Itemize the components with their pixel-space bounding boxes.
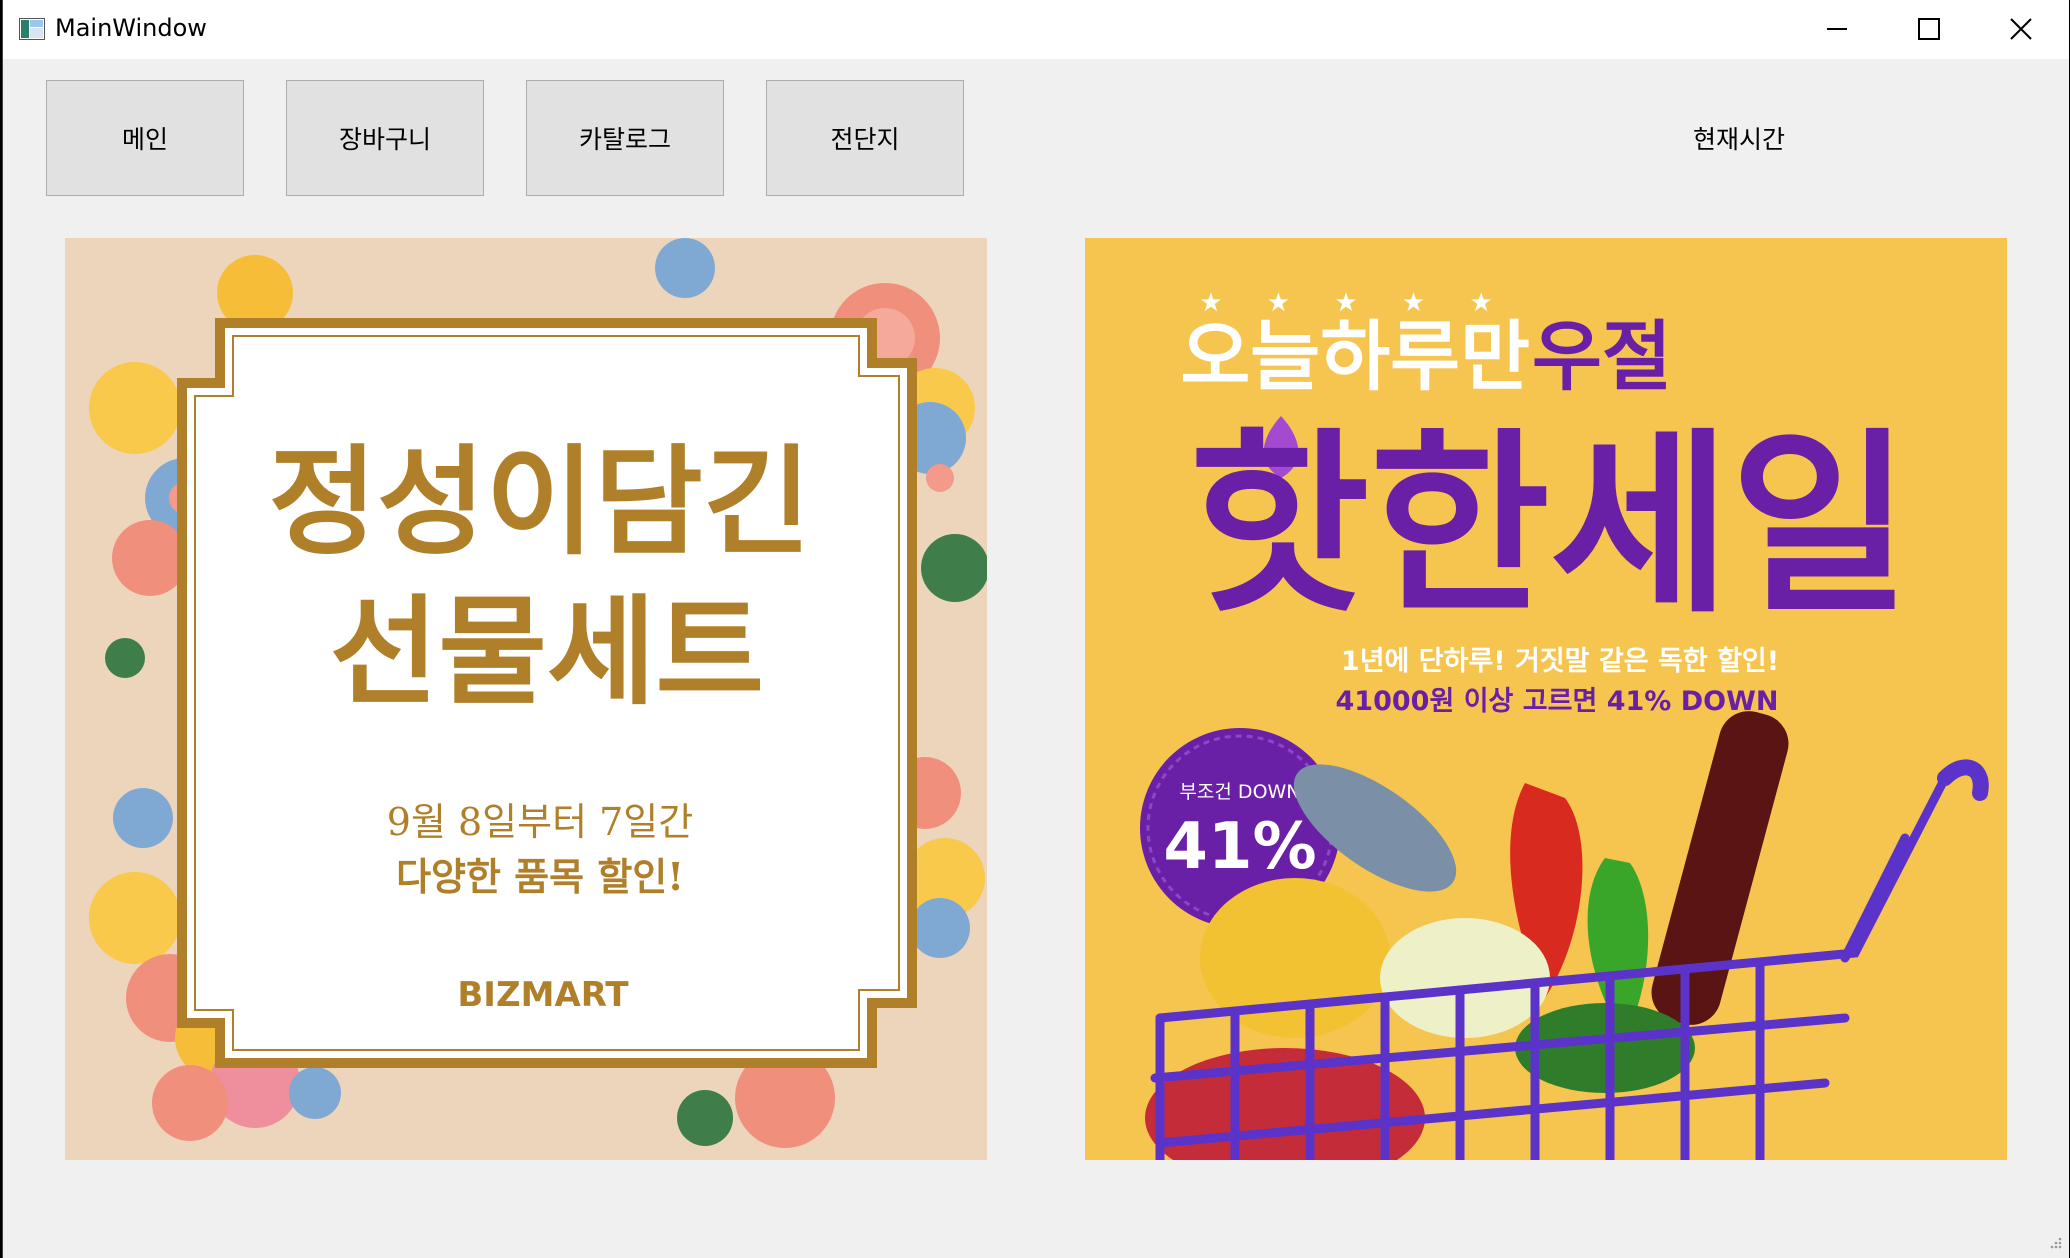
hot-sale-artwork: ★ ★ ★ ★ ★ 오늘하루만 우절 핫한세일 1년에 단하루! 거짓말 같은 … [1085, 238, 2007, 1160]
app-icon [19, 18, 45, 40]
sale-subtitle-white: 오늘하루만 [1180, 312, 1530, 401]
gift-headline-1: 정성이담긴 [269, 432, 812, 571]
window-title: MainWindow [55, 14, 207, 42]
sale-subtitle-purple: 우절 [1532, 312, 1672, 401]
gift-headline-2: 선물세트 [330, 582, 764, 721]
close-icon [2010, 18, 2032, 40]
badge-caption: 부조건 DOWN [1179, 781, 1300, 803]
flyer-button[interactable]: 전단지 [766, 80, 964, 196]
gift-brand-logo: BIZMART [457, 975, 629, 1015]
maximize-button[interactable] [1883, 0, 1975, 59]
title-bar: MainWindow [3, 0, 2069, 59]
minimize-icon [1827, 28, 1847, 30]
sale-copy-1: 1년에 단하루! 거짓말 같은 독한 할인! [1341, 646, 1779, 677]
current-time-label: 현재시간 [1693, 125, 1786, 154]
resize-grip-icon[interactable] [2047, 1236, 2063, 1252]
cabbage-icon [1380, 918, 1550, 1038]
hot-sale-banner[interactable]: ★ ★ ★ ★ ★ 오늘하루만 우절 핫한세일 1년에 단하루! 거짓말 같은 … [1085, 238, 2007, 1160]
close-button[interactable] [1975, 0, 2067, 59]
cart-button[interactable]: 장바구니 [286, 80, 484, 196]
badge-percent: 41% [1163, 810, 1316, 884]
gift-date-line: 9월 8일부터 7일간 [387, 800, 693, 844]
maximize-icon [1918, 18, 1940, 40]
main-button[interactable]: 메인 [46, 80, 244, 196]
catalog-button[interactable]: 카탈로그 [526, 80, 724, 196]
minimize-button[interactable] [1791, 0, 1883, 59]
sale-headline: 핫한세일 [1189, 412, 1910, 640]
gift-discount-line: 다양한 품목 할인! [396, 854, 684, 899]
main-window: MainWindow 메인 장바구니 카탈로그 전단지 현재시간 정성이담긴 선… [2, 0, 2069, 1258]
gift-set-artwork: 정성이담긴 선물세트 9월 8일부터 7일간 다양한 품목 할인! BIZMAR… [65, 238, 987, 1160]
sale-copy-2: 41000원 이상 고르면 41% DOWN [1336, 686, 1779, 717]
gift-set-banner[interactable]: 정성이담긴 선물세트 9월 8일부터 7일간 다양한 품목 할인! BIZMAR… [65, 238, 987, 1160]
